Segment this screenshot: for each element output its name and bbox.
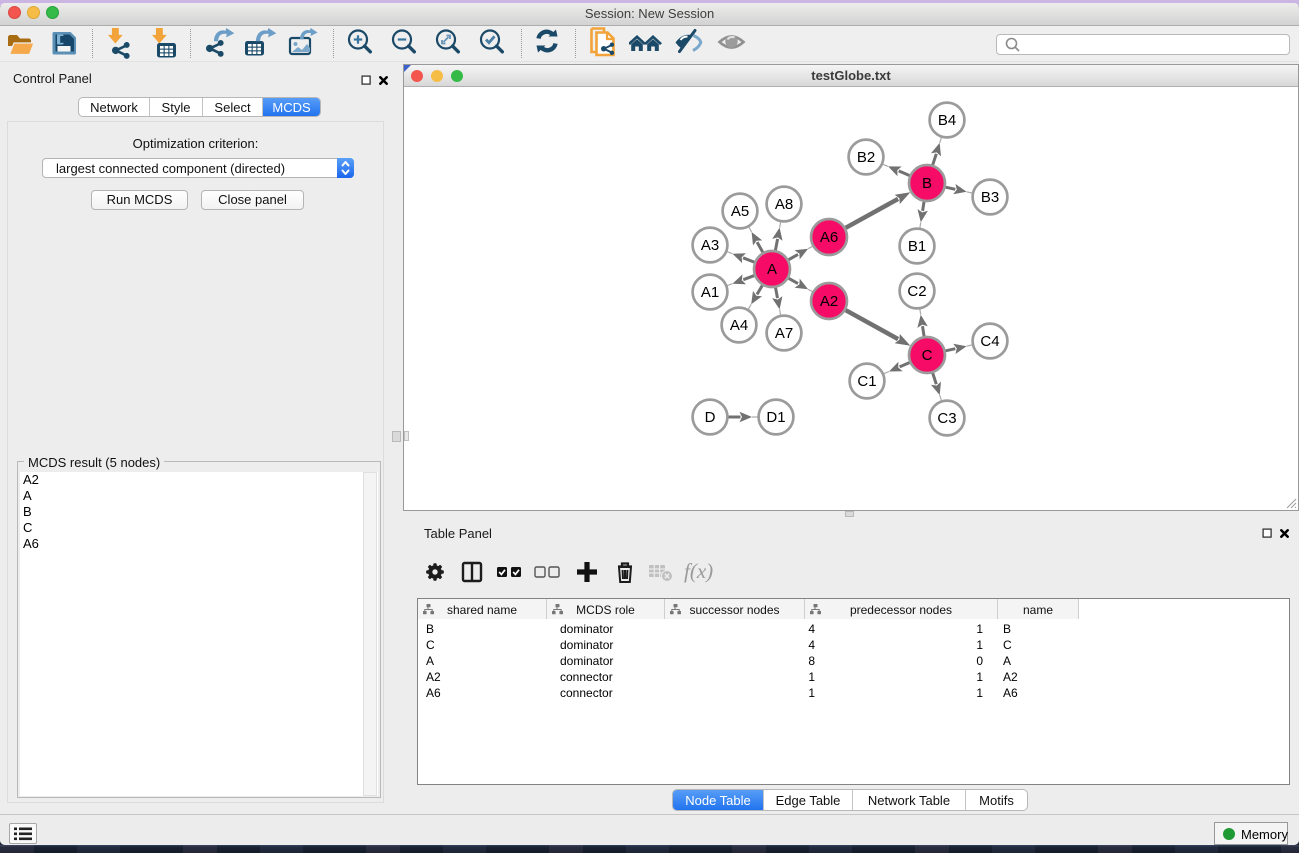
svg-text:D: D [705, 409, 716, 426]
svg-text:A1: A1 [701, 284, 719, 301]
svg-text:A6: A6 [820, 229, 838, 246]
svg-text:B4: B4 [938, 112, 956, 129]
svg-text:f(x): f(x) [684, 559, 713, 583]
svg-text:C: C [922, 347, 933, 364]
svg-text:C4: C4 [980, 333, 999, 350]
svg-text:A7: A7 [775, 325, 793, 342]
svg-text:B: B [922, 175, 932, 192]
svg-text:B3: B3 [981, 189, 999, 206]
svg-text:A2: A2 [820, 293, 838, 310]
svg-text:B1: B1 [908, 238, 926, 255]
svg-text:D1: D1 [766, 409, 785, 426]
svg-text:B2: B2 [857, 149, 875, 166]
svg-text:A3: A3 [701, 237, 719, 254]
svg-text:C2: C2 [907, 283, 926, 300]
svg-text:A: A [767, 261, 777, 278]
svg-text:A5: A5 [731, 203, 749, 220]
svg-text:C3: C3 [937, 410, 956, 427]
svg-text:A8: A8 [775, 196, 793, 213]
svg-text:C1: C1 [857, 373, 876, 390]
svg-text:A4: A4 [730, 317, 748, 334]
